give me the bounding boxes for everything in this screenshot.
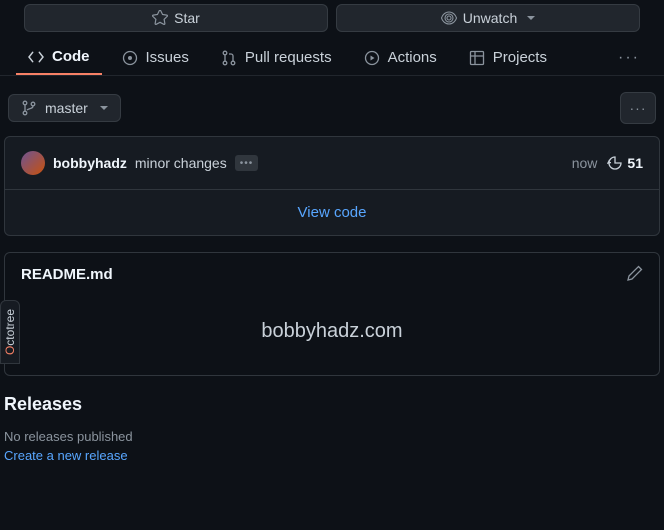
tab-actions-label: Actions (388, 49, 437, 66)
caret-down-icon (527, 16, 535, 20)
projects-icon (469, 50, 485, 66)
history-icon (607, 155, 623, 171)
actions-icon (364, 50, 380, 66)
pencil-icon (627, 265, 643, 281)
eye-icon (441, 10, 457, 26)
commit-ellipsis[interactable]: ••• (235, 155, 259, 171)
tab-pulls[interactable]: Pull requests (209, 41, 344, 74)
tab-projects[interactable]: Projects (457, 41, 559, 74)
octotree-rest: ctotree (3, 309, 17, 346)
edit-readme-button[interactable] (627, 265, 643, 284)
tab-projects-label: Projects (493, 49, 547, 66)
commit-time: now (572, 155, 598, 171)
unwatch-label: Unwatch (463, 10, 517, 26)
avatar[interactable] (21, 151, 45, 175)
tab-issues[interactable]: Issues (110, 41, 201, 74)
branch-icon (21, 100, 37, 116)
create-release-link[interactable]: Create a new release (4, 448, 660, 463)
readme-heading: bobbyhadz.com (5, 296, 659, 375)
tab-issues-label: Issues (146, 49, 189, 66)
star-icon (152, 10, 168, 26)
commit-count: 51 (627, 155, 643, 171)
commit-history[interactable]: 51 (607, 155, 643, 171)
releases-section: Releases No releases published Create a … (0, 376, 664, 463)
readme-filename[interactable]: README.md (21, 266, 113, 283)
tab-actions[interactable]: Actions (352, 41, 449, 74)
issues-icon (122, 50, 138, 66)
tab-code-label: Code (52, 48, 90, 65)
view-code-link[interactable]: View code (5, 189, 659, 235)
readme-box: README.md bobbyhadz.com (4, 252, 660, 376)
branch-name: master (45, 100, 88, 116)
commit-box: bobbyhadz minor changes ••• now 51 View … (4, 136, 660, 236)
repo-tabs: Code Issues Pull requests Actions Projec… (0, 40, 664, 76)
star-label: Star (174, 10, 200, 26)
commit-author[interactable]: bobbyhadz (53, 155, 127, 171)
star-button[interactable]: Star (24, 4, 328, 32)
commit-message[interactable]: minor changes (135, 155, 227, 171)
tab-code[interactable]: Code (16, 40, 102, 75)
latest-commit[interactable]: bobbyhadz minor changes ••• now 51 (5, 137, 659, 189)
octotree-o: O (3, 346, 17, 355)
tab-more[interactable]: ··· (610, 41, 648, 75)
releases-empty: No releases published (4, 429, 660, 444)
branch-selector[interactable]: master (8, 94, 121, 122)
tab-pulls-label: Pull requests (245, 49, 332, 66)
caret-down-icon (100, 106, 108, 110)
unwatch-button[interactable]: Unwatch (336, 4, 640, 32)
octotree-tab[interactable]: Octotree (0, 300, 20, 364)
releases-title: Releases (4, 394, 660, 415)
repo-actions-kebab[interactable]: ··· (620, 92, 656, 124)
pull-request-icon (221, 50, 237, 66)
code-icon (28, 49, 44, 65)
